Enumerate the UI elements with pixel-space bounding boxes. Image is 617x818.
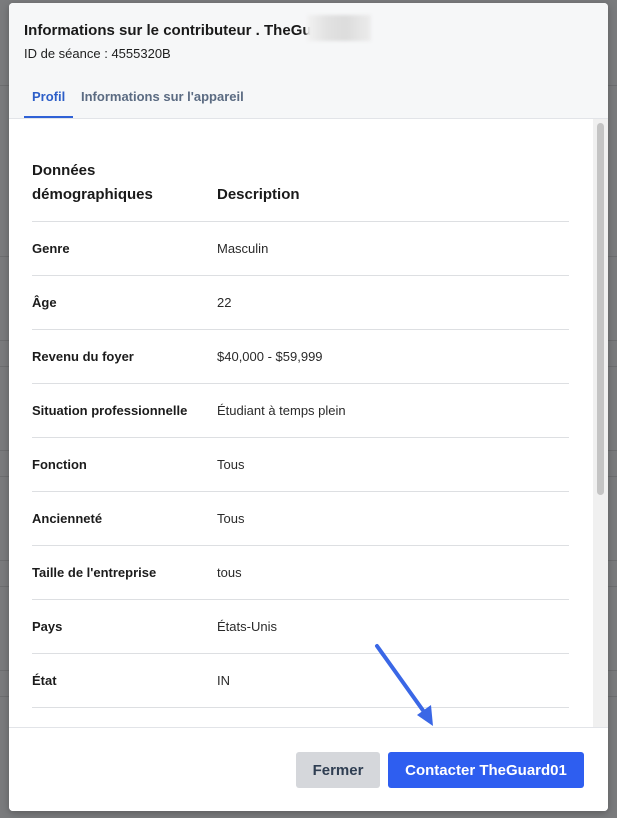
row-value: Étudiant à temps plein	[217, 403, 346, 418]
table-row: Taille de l'entreprise tous	[32, 546, 569, 600]
row-value: Tous	[217, 511, 245, 526]
row-label: Revenu du foyer	[32, 349, 134, 364]
row-label: État	[32, 673, 57, 688]
row-label: Âge	[32, 295, 57, 310]
row-value: Tous	[217, 457, 245, 472]
row-value: États-Unis	[217, 619, 277, 634]
table-row: État IN	[32, 654, 569, 708]
column-header-demographics: Données démographiques	[32, 162, 153, 203]
row-value: $40,000 - $59,999	[217, 349, 323, 364]
row-label: Pays	[32, 619, 63, 634]
table-row: Pays États-Unis	[32, 600, 569, 654]
modal-title: Informations sur le contributeur . TheGu	[24, 22, 312, 39]
table-row: Fonction Tous	[32, 438, 569, 492]
table-header: Données démographiques Description	[32, 159, 569, 222]
row-value: tous	[217, 565, 242, 580]
tab-bar: Profil Informations sur l'appareil	[9, 83, 608, 119]
content-scrollbar[interactable]	[593, 119, 608, 727]
scrollbar-thumb[interactable]	[597, 123, 604, 495]
table-row: Revenu du foyer $40,000 - $59,999	[32, 330, 569, 384]
row-label: Taille de l'entreprise	[32, 565, 157, 580]
close-button[interactable]: Fermer	[296, 752, 380, 788]
row-value: Masculin	[217, 241, 269, 256]
table-row: Genre Masculin	[32, 222, 569, 276]
tab-profile[interactable]: Profil	[32, 89, 65, 104]
row-value: 22	[217, 295, 232, 310]
session-id: ID de séance : 4555320B	[24, 46, 171, 61]
column-header-description: Description	[217, 186, 300, 203]
row-value: IN	[217, 673, 230, 688]
contributor-info-modal: Informations sur le contributeur . TheGu…	[9, 3, 608, 811]
redacted-name-blur	[307, 15, 371, 41]
row-label: Genre	[32, 241, 70, 256]
table-row: Ancienneté Tous	[32, 492, 569, 546]
profile-content[interactable]: Données démographiques Description Genre…	[9, 119, 593, 727]
table-row: Situation professionnelle Étudiant à tem…	[32, 384, 569, 438]
table-row: Âge 22	[32, 276, 569, 330]
modal-header: Informations sur le contributeur . TheGu…	[9, 3, 608, 119]
row-label: Fonction	[32, 457, 87, 472]
modal-footer: Fermer Contacter TheGuard01	[9, 727, 608, 811]
row-label: Ancienneté	[32, 511, 103, 526]
tab-device-info[interactable]: Informations sur l'appareil	[81, 89, 244, 104]
contact-contributor-button[interactable]: Contacter TheGuard01	[388, 752, 584, 788]
row-label: Situation professionnelle	[32, 403, 188, 418]
